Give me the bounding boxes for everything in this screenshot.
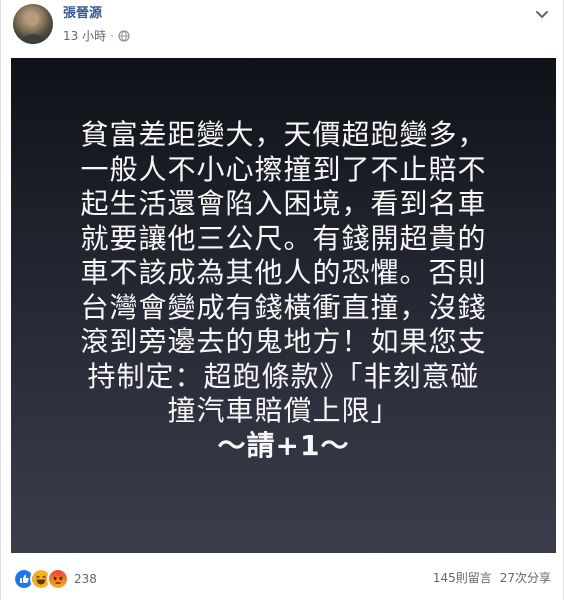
image-text-line: 滾到旁邊去的鬼地方！如果您支 (80, 325, 487, 358)
image-text-line: 撞汽車賠償上限」 (167, 394, 400, 427)
post-time[interactable]: 13 小時 (63, 28, 106, 44)
angry-icon (47, 568, 69, 590)
post-footer: 238 145則留言 27次分享 (1, 558, 563, 600)
reaction-count[interactable]: 238 (74, 570, 97, 588)
engagement-stats: 145則留言 27次分享 (433, 569, 551, 587)
meta-separator: · (110, 29, 114, 43)
post-header: 張晉源 13 小時 · (1, 0, 563, 56)
image-text-line: 貧富差距變大，天價超跑變多， (80, 118, 487, 151)
post-image-card[interactable]: 貧富差距變大，天價超跑變多， 一般人不小心擦撞到了不止賠不 起生活還會陷入困境，… (11, 58, 556, 553)
post-meta: 13 小時 · (63, 28, 130, 44)
author-avatar[interactable] (13, 4, 53, 44)
image-text-line: 台灣會變成有錢橫衝直撞，沒錢 (80, 290, 487, 324)
comment-count[interactable]: 145則留言 (433, 569, 492, 587)
facebook-post: 張晉源 13 小時 · 貧富差距變大，天價超跑變多， 一般人不小心擦撞到了不止賠… (0, 0, 564, 600)
avatar-shoulders (19, 34, 47, 44)
avatar-face (27, 12, 39, 26)
share-count[interactable]: 27次分享 (500, 569, 551, 587)
image-text-line: 起生活還會陷入困境，看到名車 (80, 187, 487, 220)
chevron-down-icon[interactable] (535, 10, 549, 20)
globe-icon[interactable] (118, 30, 130, 42)
image-text-line: 一般人不小心擦撞到了不止賠不 (80, 152, 487, 186)
image-text-line: 〜請+1〜 (217, 428, 350, 462)
image-text-line: 持制定：超跑條款》「非刻意碰 (87, 359, 480, 393)
image-text-line: 就要讓他三公尺。有錢開超貴的 (80, 221, 487, 255)
image-text-block: 貧富差距變大，天價超跑變多， 一般人不小心擦撞到了不止賠不 起生活還會陷入困境，… (11, 118, 556, 463)
reaction-summary[interactable]: 238 (13, 568, 97, 590)
author-name[interactable]: 張晉源 (63, 6, 102, 22)
image-text-line: 車不該成為其他人的恐懼。否則 (80, 256, 487, 289)
